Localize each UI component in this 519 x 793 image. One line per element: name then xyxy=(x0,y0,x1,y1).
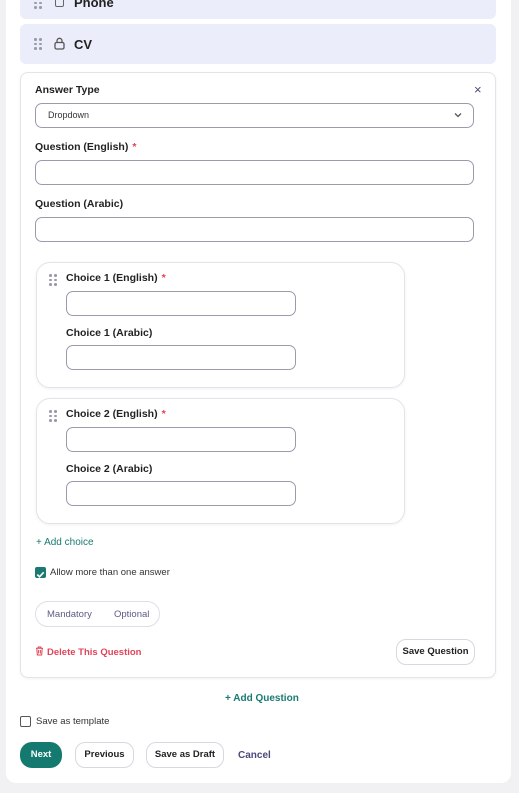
question-english-label: Question (English) * xyxy=(35,141,136,153)
trash-icon xyxy=(36,646,43,656)
choice-1-arabic-input[interactable] xyxy=(66,345,296,370)
required-mark: * xyxy=(132,141,137,153)
chevron-down-icon xyxy=(454,113,462,118)
choice-2-english-label-text: Choice 2 (English) xyxy=(66,408,158,420)
allow-multiple-label: Allow more than one answer xyxy=(50,567,170,578)
choice-1-english-label: Choice 1 (English) * xyxy=(66,272,166,284)
field-label-phone: Phone xyxy=(74,0,114,10)
previous-button[interactable]: Previous xyxy=(75,742,134,768)
field-row-phone[interactable]: Phone xyxy=(20,0,496,19)
save-template-label: Save as template xyxy=(36,716,110,727)
drag-handle-icon[interactable] xyxy=(34,38,42,50)
choice-2-english-input[interactable] xyxy=(66,427,296,452)
choice-1-english-input[interactable] xyxy=(66,291,296,316)
answer-type-label: Answer Type xyxy=(35,84,100,96)
optional-option[interactable]: Optional xyxy=(114,609,149,620)
drag-handle-icon[interactable] xyxy=(34,0,42,9)
choice-1-english-label-text: Choice 1 (English) xyxy=(66,272,158,284)
mandatory-optional-toggle[interactable]: Mandatory Optional xyxy=(35,601,160,627)
choice-1-arabic-label: Choice 1 (Arabic) xyxy=(66,327,153,339)
allow-multiple-checkbox[interactable] xyxy=(35,567,46,578)
save-question-button[interactable]: Save Question xyxy=(396,639,475,665)
answer-type-value: Dropdown xyxy=(48,110,90,120)
question-arabic-label: Question (Arabic) xyxy=(35,198,124,210)
checkmark-icon xyxy=(36,571,45,578)
lock-icon xyxy=(54,37,65,50)
mandatory-option[interactable]: Mandatory xyxy=(47,609,92,620)
choice-2-arabic-label: Choice 2 (Arabic) xyxy=(66,463,153,475)
choice-2-english-label: Choice 2 (English) * xyxy=(66,408,166,420)
delete-question-button[interactable]: Delete This Question xyxy=(35,646,142,658)
drag-handle-icon[interactable] xyxy=(49,410,57,422)
required-mark: * xyxy=(161,272,166,284)
cancel-link[interactable]: Cancel xyxy=(238,750,271,761)
answer-type-select[interactable]: Dropdown xyxy=(35,103,474,128)
choice-2-arabic-input[interactable] xyxy=(66,481,296,506)
save-template-checkbox[interactable] xyxy=(20,716,31,727)
field-row-cv[interactable]: CV xyxy=(20,24,496,64)
drag-handle-icon[interactable] xyxy=(49,274,57,286)
field-label-cv: CV xyxy=(74,37,93,52)
save-draft-button[interactable]: Save as Draft xyxy=(146,742,224,768)
question-english-label-text: Question (English) xyxy=(35,141,129,153)
question-arabic-input[interactable] xyxy=(35,217,474,242)
phone-icon xyxy=(55,0,64,7)
delete-question-label: Delete This Question xyxy=(47,647,142,658)
question-english-input[interactable] xyxy=(35,160,474,185)
close-icon[interactable]: × xyxy=(474,82,482,97)
required-mark: * xyxy=(161,408,166,420)
next-button[interactable]: Next xyxy=(20,742,62,768)
add-question-link[interactable]: + Add Question xyxy=(225,693,299,704)
add-choice-link[interactable]: + Add choice xyxy=(36,537,94,548)
